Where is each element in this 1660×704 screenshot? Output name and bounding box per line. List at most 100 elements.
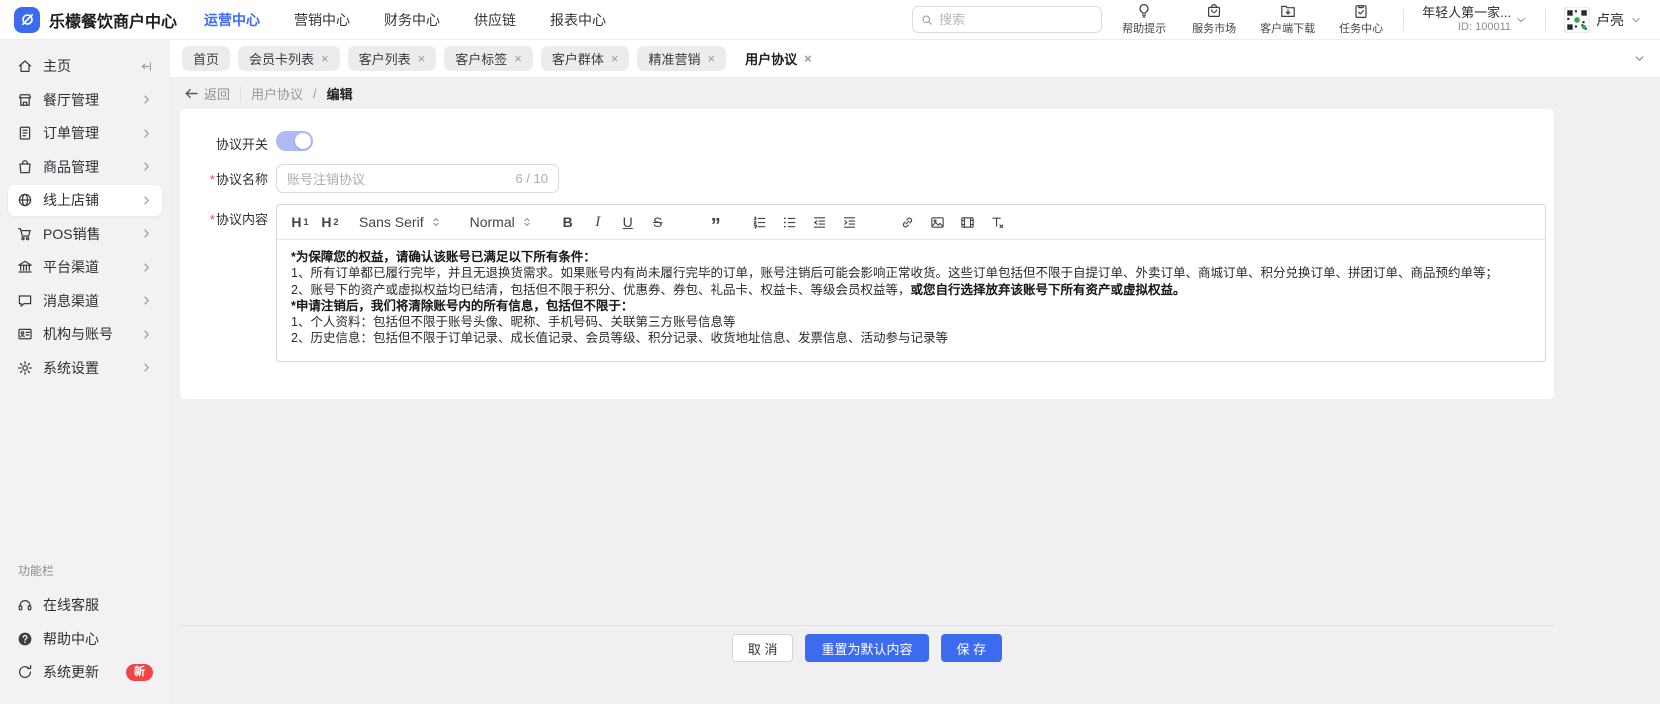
back-button[interactable]: 返回: [184, 84, 230, 103]
sidebar-item-platform[interactable]: 平台渠道: [8, 252, 162, 283]
save-button[interactable]: 保 存: [940, 634, 1003, 662]
quick-action-service-market[interactable]: 服务市场: [1190, 3, 1238, 36]
toolbar-font-size-select[interactable]: Normal: [466, 209, 537, 235]
tab-customer-list[interactable]: 客户列表 ×: [347, 46, 437, 71]
indent-icon: [842, 215, 857, 230]
tab-user-agreement[interactable]: 用户协议 ×: [734, 46, 823, 71]
toolbar-h1-button[interactable]: H1: [287, 209, 313, 235]
sidebar-item-label: POS销售: [43, 225, 101, 242]
nav-finance[interactable]: 财务中心: [384, 10, 440, 30]
close-icon[interactable]: ×: [707, 52, 715, 65]
sidebar-item-home[interactable]: 主页: [8, 51, 162, 82]
toolbar-bold-button[interactable]: B: [555, 209, 581, 235]
agreement-name-value: 账号注销协议: [287, 172, 366, 187]
logo-wrap[interactable]: 乐檬餐饮商户中心: [0, 6, 178, 33]
tab-member-card-list[interactable]: 会员卡列表 ×: [238, 46, 340, 71]
toolbar-h2-button[interactable]: H2: [317, 209, 343, 235]
editor-content[interactable]: *为保障您的权益，请确认该账号已满足以下所有条件： 1、所有订单都已履行完毕，并且…: [277, 240, 1545, 359]
reset-default-button[interactable]: 重置为默认内容: [805, 634, 929, 662]
toolbar-clear-format-button[interactable]: [985, 209, 1011, 235]
toolbar-underline-button[interactable]: U: [615, 209, 641, 235]
search-input[interactable]: [939, 12, 1094, 27]
close-icon[interactable]: ×: [804, 52, 812, 65]
platform-icon: [17, 259, 33, 275]
quick-action-help-tips[interactable]: 帮助提示: [1120, 3, 1168, 36]
video-icon: [960, 215, 975, 230]
sidebar-item-restaurant[interactable]: 餐厅管理: [8, 84, 162, 115]
update-icon: [17, 664, 33, 680]
home-icon: [17, 58, 33, 74]
sidebar-item-label: 系统更新: [43, 664, 99, 680]
order-icon: [17, 125, 33, 141]
agreement-name-input[interactable]: 账号注销协议 6 / 10: [276, 164, 559, 193]
sidebar-item-orders[interactable]: 订单管理: [8, 118, 162, 149]
tab-overflow-button[interactable]: [1628, 48, 1650, 70]
chevron-right-icon: [140, 227, 153, 240]
tab-label: 客户群体: [551, 52, 604, 67]
breadcrumb-current: 编辑: [326, 87, 353, 102]
quick-action-label: 帮助提示: [1122, 23, 1167, 35]
agreement-switch-toggle[interactable]: [276, 131, 313, 151]
close-icon[interactable]: ×: [514, 52, 522, 65]
sidebar-item-goods[interactable]: 商品管理: [8, 151, 162, 182]
sidebar-item-settings[interactable]: 系统设置: [8, 352, 162, 383]
nav-marketing[interactable]: 营销中心: [294, 10, 350, 30]
sidebar-item-help-center[interactable]: 帮助中心: [8, 623, 162, 654]
toolbar-blockquote-button[interactable]: ”: [703, 209, 729, 237]
sidebar-item-system-update[interactable]: 系统更新 新: [8, 657, 162, 688]
search-box[interactable]: [912, 6, 1103, 33]
app-logo-icon: [14, 6, 40, 33]
tab-precision-marketing[interactable]: 精准营销 ×: [637, 46, 727, 71]
sidebar-item-message[interactable]: 消息渠道: [8, 285, 162, 316]
toolbar-video-button[interactable]: [955, 209, 981, 235]
toolbar-ordered-list-button[interactable]: [747, 209, 773, 235]
close-icon[interactable]: ×: [611, 52, 619, 65]
message-icon: [17, 293, 33, 309]
collapse-icon[interactable]: [140, 60, 153, 73]
quick-action-label: 任务中心: [1339, 23, 1384, 35]
quick-actions: 帮助提示 服务市场 客户端下载 任务中心: [1120, 3, 1385, 36]
merchant-account[interactable]: 年轻人第一家... ID: 100011: [1422, 5, 1527, 35]
cancel-button[interactable]: 取 消: [731, 634, 794, 662]
goods-icon: [17, 159, 33, 175]
pos-icon: [17, 226, 33, 242]
sidebar-item-online-store[interactable]: 线上店铺: [8, 184, 162, 216]
tab-home[interactable]: 首页: [182, 46, 231, 71]
nav-operations[interactable]: 运营中心: [204, 10, 260, 30]
quick-action-client-download[interactable]: 客户端下载: [1260, 3, 1315, 36]
settings-icon: [17, 360, 33, 376]
toolbar-link-button[interactable]: [895, 209, 921, 235]
nav-reports[interactable]: 报表中心: [550, 10, 606, 30]
tab-customer-tags[interactable]: 客户标签 ×: [444, 46, 533, 71]
online-store-icon: [17, 192, 33, 208]
sidebar-item-label: 商品管理: [43, 158, 99, 175]
toolbar-bullet-list-button[interactable]: [777, 209, 803, 235]
help-icon: [17, 631, 33, 647]
toolbar-font-family-select[interactable]: Sans Serif: [355, 209, 446, 235]
close-icon[interactable]: ×: [418, 52, 426, 65]
editor-line: *申请注销后，我们将清除账号内的所有信息，包括但不限于：: [291, 298, 634, 313]
editor-line: 1、所有订单都已履行完毕，并且无退换货需求。如果账号内有尚未履行完毕的订单，账号…: [291, 266, 1498, 281]
sidebar-item-pos[interactable]: POS销售: [8, 218, 162, 249]
chevron-right-icon: [140, 160, 153, 173]
user-menu[interactable]: 卢亮: [1564, 6, 1642, 33]
quick-action-task-center[interactable]: 任务中心: [1337, 3, 1385, 36]
toolbar-image-button[interactable]: [925, 209, 951, 235]
toolbar-italic-button[interactable]: I: [585, 209, 611, 235]
chevron-right-icon: [140, 361, 153, 374]
toolbar-outdent-button[interactable]: [807, 209, 833, 235]
sidebar-item-org-account[interactable]: 机构与账号: [8, 319, 162, 350]
toolbar-strike-button[interactable]: S: [645, 209, 671, 235]
close-icon[interactable]: ×: [321, 52, 329, 65]
sidebar-item-label: 机构与账号: [43, 326, 113, 342]
bullet-list-icon: [782, 215, 797, 230]
tab-customer-groups[interactable]: 客户群体 ×: [540, 46, 630, 71]
header-divider: [1545, 8, 1546, 31]
toolbar-indent-button[interactable]: [837, 209, 863, 235]
nav-supply-chain[interactable]: 供应链: [474, 10, 516, 30]
sidebar-item-label: 平台渠道: [43, 259, 99, 275]
sidebar-item-label: 帮助中心: [43, 630, 99, 647]
sidebar-item-online-service[interactable]: 在线客服: [8, 590, 162, 621]
chevron-right-icon: [140, 127, 153, 140]
switch-row: 协议开关: [180, 129, 1546, 153]
